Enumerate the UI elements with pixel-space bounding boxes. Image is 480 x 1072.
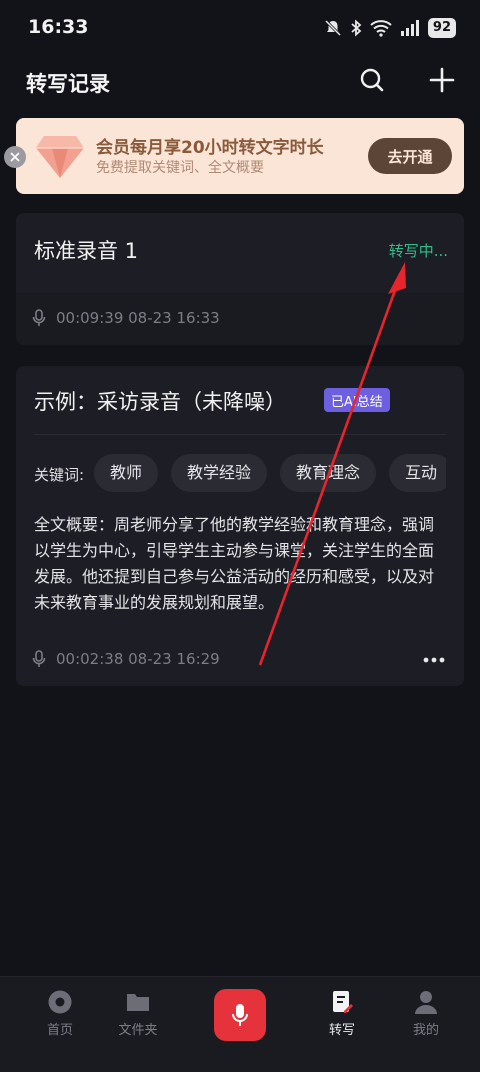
nav-folder[interactable]: 文件夹 [98,989,178,1038]
record-footer: 00:09:39 08-23 16:33 [16,293,464,345]
full-summary: 全文概要：周老师分享了他的教学经验和教育理念，强调以学生为中心，引导学生主动参与… [34,515,435,612]
app-header: 转写记录 [0,56,480,106]
banner-title: 会员每月享20小时转文字时长 [96,138,324,158]
transcribe-doc-icon [333,991,353,1013]
nav-home-label: 首页 [46,1023,73,1038]
keywords-label: 关键词: [34,466,85,484]
diamond-icon [34,132,86,184]
nav-mine[interactable]: 我的 [386,989,466,1038]
user-icon [415,991,437,1014]
keyword-chip[interactable]: 教师 [94,454,159,492]
nav-transcribe[interactable]: 转写 [302,989,382,1038]
status-icons: 92 [324,18,456,38]
transcribing-status: 转写中... [388,242,448,260]
ai-summary-badge: 已AI总结 [324,388,390,412]
record-card[interactable]: 示例：采访录音（未降噪） 已AI总结 关键词: 教师 教学经验 教育理念 互动 全文概… [16,366,464,686]
plus-icon [429,67,455,93]
add-button[interactable] [426,64,458,96]
home-disc-icon [48,990,72,1014]
keyword-chip[interactable]: 教学经验 [171,454,268,492]
close-icon [10,152,20,162]
bluetooth-icon [350,19,362,37]
nav-transcribe-label: 转写 [328,1023,355,1038]
record-card[interactable]: 标准录音 1 转写中... 00:09:39 08-23 16:33 [16,213,464,345]
signal-icon [400,19,420,37]
record-title: 示例：采访录音（未降噪） [34,390,286,414]
status-bar: 16:33 92 [0,0,480,56]
record-footer: 00:02:38 08-23 16:29 [16,634,464,686]
battery-indicator: 92 [427,18,456,38]
microphone-icon [232,1004,248,1026]
keyword-chip[interactable]: 教育理念 [280,454,377,492]
nav-mine-label: 我的 [412,1023,439,1038]
nav-home[interactable]: 首页 [20,989,100,1038]
divider [34,434,446,435]
banner-close-button[interactable] [4,146,26,168]
banner-subtitle: 免费提取关键词、全文概要 [96,160,264,176]
record-meta: 00:09:39 08-23 16:33 [56,309,220,327]
page-title: 转写记录 [26,72,110,96]
vip-banner[interactable]: 会员每月享20小时转文字时长 免费提取关键词、全文概要 去开通 [16,118,464,194]
mute-icon [324,19,342,37]
record-meta: 00:02:38 08-23 16:29 [56,650,220,668]
activate-membership-button[interactable]: 去开通 [368,138,452,174]
record-title: 标准录音 1 [34,239,139,263]
keyword-chip[interactable]: 互动 [389,454,446,492]
status-time: 16:33 [28,16,89,38]
more-options-icon[interactable] [422,648,446,676]
wifi-icon [370,19,392,37]
bottom-navigation: 首页 文件夹 转写 我的 [0,976,480,1072]
mic-icon [32,650,46,672]
search-button[interactable] [356,64,388,96]
nav-folder-label: 文件夹 [118,1023,158,1038]
search-icon [360,68,384,92]
folder-icon [127,994,149,1011]
mic-icon [32,309,46,331]
keyword-chips: 教师 教学经验 教育理念 互动 [94,454,446,492]
record-button[interactable] [214,989,266,1041]
